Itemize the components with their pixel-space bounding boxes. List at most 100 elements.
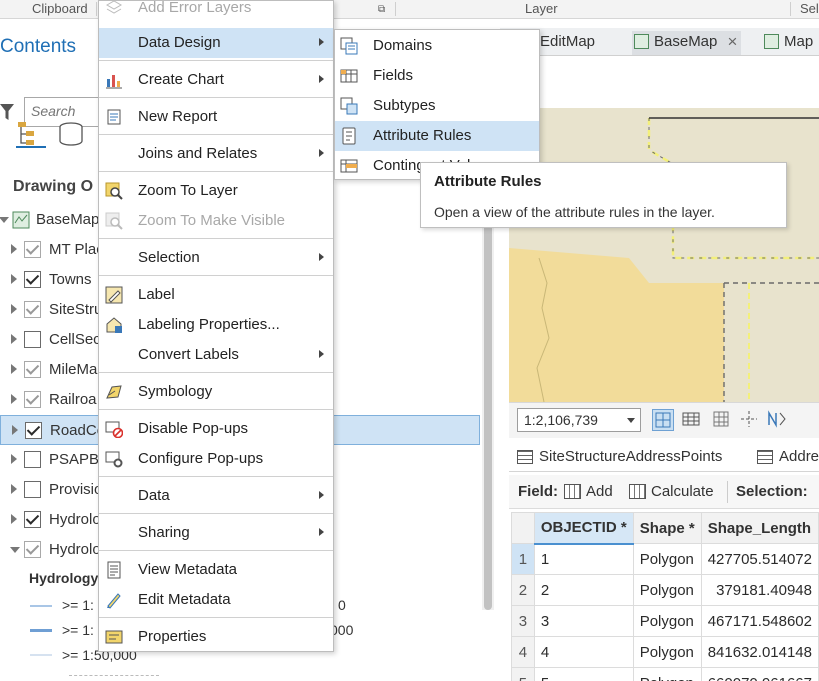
list-by-source-icon[interactable] xyxy=(58,122,84,146)
expand-arrow-icon[interactable] xyxy=(11,394,17,404)
row-number[interactable]: 3 xyxy=(511,605,535,637)
collapse-arrow-icon[interactable] xyxy=(10,547,20,553)
row-number[interactable]: 1 xyxy=(511,543,535,575)
add-field-button[interactable]: Add xyxy=(564,483,613,500)
cell-shape[interactable]: Polygon xyxy=(632,636,702,668)
column-header-shape[interactable]: Shape * xyxy=(632,512,702,544)
row-number[interactable]: 4 xyxy=(511,636,535,668)
expand-arrow-icon[interactable] xyxy=(11,334,17,344)
table-grid-icon xyxy=(682,412,700,426)
menu-item-properties[interactable]: Properties xyxy=(99,622,333,652)
expand-arrow-icon[interactable] xyxy=(11,484,17,494)
menu-item-label[interactable]: Label xyxy=(99,280,333,310)
table-row[interactable]: 1 1 Polygon 427705.514072 xyxy=(511,543,819,575)
column-header-objectid[interactable]: OBJECTID * xyxy=(533,512,634,545)
dialog-launcher-icon[interactable]: ⧉ xyxy=(378,1,385,18)
scale-select[interactable]: 1:2,106,739 xyxy=(517,408,641,432)
menu-item-edit-metadata[interactable]: Edit Metadata xyxy=(99,585,333,615)
expand-arrow-icon[interactable] xyxy=(11,454,17,464)
row-number[interactable]: 5 xyxy=(511,667,535,681)
map-canvas[interactable] xyxy=(509,108,819,402)
row-number[interactable]: 2 xyxy=(511,574,535,606)
layer-visibility-checkbox[interactable] xyxy=(24,481,41,498)
layer-visibility-checkbox[interactable] xyxy=(24,241,41,258)
menu-item-joins-and-relates[interactable]: Joins and Relates xyxy=(99,139,333,169)
layer-visibility-checkbox[interactable] xyxy=(25,422,42,439)
cell-shape-length[interactable]: 841632.014148 xyxy=(700,636,819,668)
layer-visibility-checkbox[interactable] xyxy=(24,511,41,528)
north-arrow-button[interactable] xyxy=(767,409,789,431)
table-row[interactable]: 2 2 Polygon 379181.40948 xyxy=(511,574,819,606)
table-row[interactable]: 4 4 Polygon 841632.014148 xyxy=(511,636,819,668)
submenu-item-domains[interactable]: Domains xyxy=(335,31,539,61)
submenu-arrow-icon xyxy=(319,75,324,83)
layer-visibility-checkbox[interactable] xyxy=(24,361,41,378)
cell-objectid[interactable]: 5 xyxy=(533,667,634,681)
menu-item-create-chart[interactable]: Create Chart xyxy=(99,65,333,95)
submenu-item-subtypes[interactable]: Subtypes xyxy=(335,91,539,121)
tab-basemap[interactable]: BaseMap × xyxy=(632,31,742,55)
menu-item-disable-pop-ups[interactable]: Disable Pop-ups xyxy=(99,414,333,444)
cell-shape-length[interactable]: 660070.961667 xyxy=(700,667,819,681)
layer-visibility-checkbox[interactable] xyxy=(24,271,41,288)
layer-name: SiteStru xyxy=(49,301,103,318)
layer-visibility-checkbox[interactable] xyxy=(24,331,41,348)
table-row[interactable]: 55Polygon660070.961667 xyxy=(511,667,819,681)
cell-objectid[interactable]: 2 xyxy=(533,574,634,606)
menu-item-convert-labels[interactable]: Convert Labels xyxy=(99,340,333,370)
cell-objectid[interactable]: 1 xyxy=(533,543,634,575)
expand-arrow-icon[interactable] xyxy=(12,425,18,435)
cell-objectid[interactable]: 4 xyxy=(533,636,634,668)
menu-item-selection[interactable]: Selection xyxy=(99,243,333,273)
cell-shape-length[interactable]: 467171.548602 xyxy=(700,605,819,637)
grid-button[interactable] xyxy=(681,409,703,431)
configure-popups-icon xyxy=(105,451,123,468)
layer-visibility-checkbox[interactable] xyxy=(24,541,41,558)
cell-shape[interactable]: Polygon xyxy=(632,667,702,681)
calculate-field-button[interactable]: Calculate xyxy=(629,483,714,500)
tab-editmap[interactable]: EditMap xyxy=(540,31,595,55)
snapping-button[interactable] xyxy=(652,409,674,431)
menu-item-labeling-properties[interactable]: Labeling Properties... xyxy=(99,310,333,340)
menu-separator xyxy=(99,550,333,551)
menu-item-zoom-to-layer[interactable]: Zoom To Layer xyxy=(99,176,333,206)
layer-visibility-checkbox[interactable] xyxy=(24,391,41,408)
legend-swatch xyxy=(30,654,52,656)
cell-shape[interactable]: Polygon xyxy=(632,543,702,575)
scale-value: 1:2,106,739 xyxy=(524,412,598,428)
expand-arrow-icon[interactable] xyxy=(11,274,17,284)
tab-address-table[interactable]: Addre xyxy=(755,448,819,465)
menu-item-symbology[interactable]: Symbology xyxy=(99,377,333,407)
collapse-arrow-icon[interactable] xyxy=(0,217,9,223)
guides-button[interactable] xyxy=(739,409,761,431)
layer-visibility-checkbox[interactable] xyxy=(24,451,41,468)
menu-item-view-metadata[interactable]: View Metadata xyxy=(99,555,333,585)
cell-shape[interactable]: Polygon xyxy=(632,605,702,637)
submenu-item-fields[interactable]: Fields xyxy=(335,61,539,91)
expand-arrow-icon[interactable] xyxy=(11,304,17,314)
grid-button-2[interactable] xyxy=(711,409,733,431)
filter-icon[interactable] xyxy=(0,103,14,121)
expand-arrow-icon[interactable] xyxy=(11,244,17,254)
close-icon[interactable]: × xyxy=(727,31,737,53)
table-row[interactable]: 3 3 Polygon 467171.548602 xyxy=(511,605,819,637)
tooltip-body: Open a view of the attribute rules in th… xyxy=(434,204,715,220)
layer-visibility-checkbox[interactable] xyxy=(24,301,41,318)
menu-item-sharing[interactable]: Sharing xyxy=(99,518,333,548)
list-by-drawing-order-icon[interactable] xyxy=(16,120,46,148)
expand-arrow-icon[interactable] xyxy=(11,364,17,374)
menu-item-data[interactable]: Data xyxy=(99,481,333,511)
expand-arrow-icon[interactable] xyxy=(11,514,17,524)
tab-sitestructure-table[interactable]: SiteStructureAddressPoints xyxy=(515,448,722,465)
tab-map[interactable]: Map xyxy=(762,31,813,55)
contents-title: Contents xyxy=(0,36,77,57)
cell-objectid[interactable]: 3 xyxy=(533,605,634,637)
cell-shape-length[interactable]: 427705.514072 xyxy=(700,543,819,575)
menu-item-data-design[interactable]: Data Design xyxy=(99,28,333,58)
menu-item-new-report[interactable]: New Report xyxy=(99,102,333,132)
cell-shape[interactable]: Polygon xyxy=(632,574,702,606)
submenu-item-attribute-rules[interactable]: Attribute Rules xyxy=(335,121,539,151)
column-header-shape-length[interactable]: Shape_Length xyxy=(700,512,819,544)
menu-item-configure-pop-ups[interactable]: Configure Pop-ups xyxy=(99,444,333,474)
cell-shape-length[interactable]: 379181.40948 xyxy=(700,574,819,606)
